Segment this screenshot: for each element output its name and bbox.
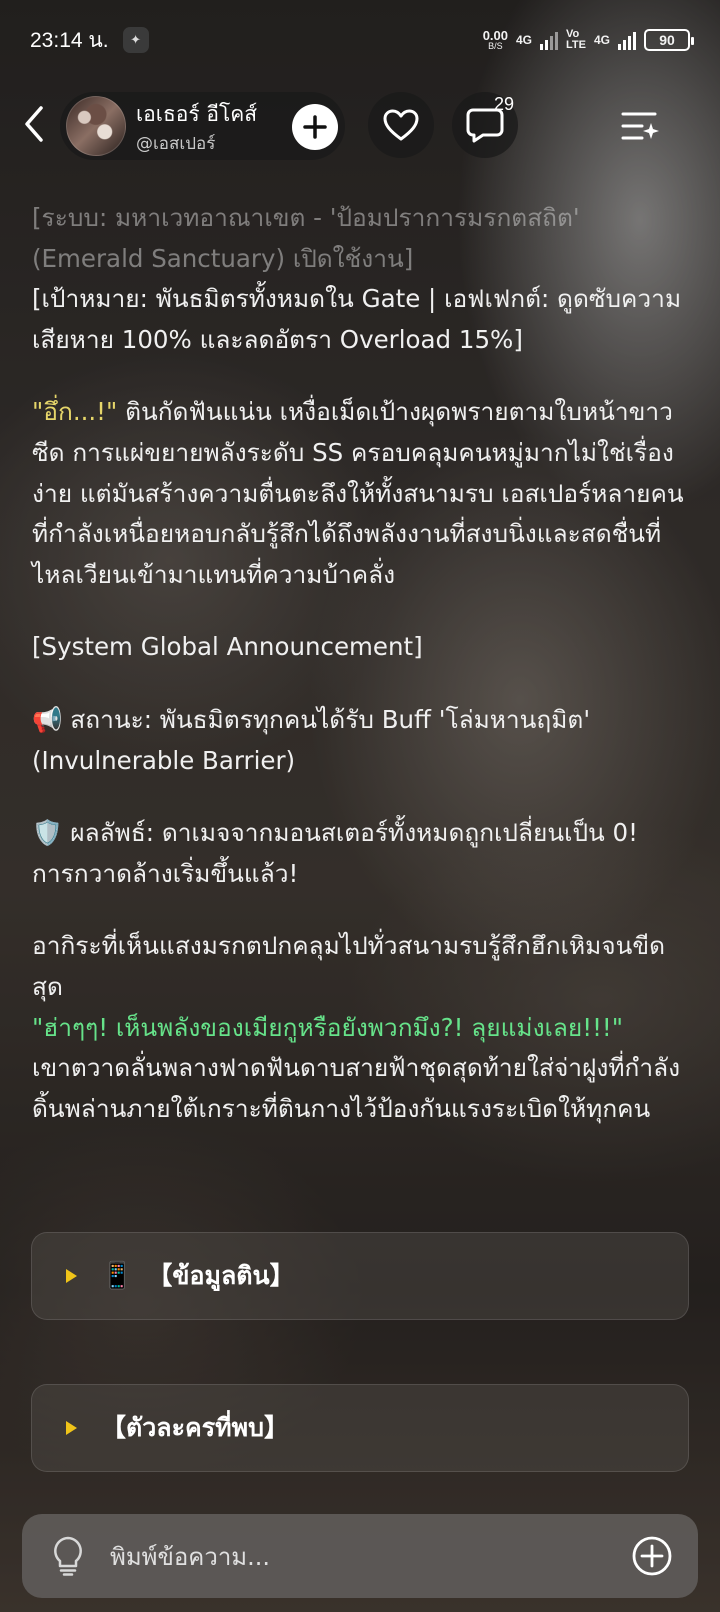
collapsible-tin-info[interactable]: 📱 【ข้อมูลติน】 [31,1232,689,1320]
narration-paragraph: "อึ่ก...!" ตินกัดฟันแน่น เหงื่อเม็ดเป้าง… [32,392,692,595]
chat-content: [ระบบ: มหาเวทอาณาเขต - 'ป้อมปราการมรกตสถ… [32,198,692,1129]
add-button[interactable] [630,1534,674,1578]
collapsible-characters[interactable]: 【ตัวละครที่พบ】 [31,1384,689,1472]
announcement-title: [System Global Announcement] [32,632,423,662]
favorite-button[interactable] [368,92,434,158]
status-indicators: 0.00 B/S 4G Vo LTE 4G 90 [483,29,694,51]
collapsible-label: 【ตัวละครที่พบ】 [101,1413,290,1442]
dialogue-akira: "ฮ่าๆๆ! เห็นพลังของเมียกูหรือยังพวกมึง?!… [32,1012,624,1042]
follow-button[interactable] [292,104,338,150]
menu-button[interactable] [618,104,662,148]
network-type-1: 4G [516,33,533,47]
network-speed: 0.00 B/S [483,29,508,51]
narration-akira: อากิระที่เห็นแสงมรกตปกคลุมไปทั่วสนามรบรู… [32,931,666,1001]
character-name: เอเธอร์ อีโคส์ [136,102,258,126]
expand-triangle-icon [66,1421,77,1435]
lightbulb-icon[interactable] [48,1534,88,1578]
chat-header: เอเธอร์ อีโคส์ @เอสเปอร์ 29 [0,90,720,160]
phone-icon: 📱 [101,1261,134,1291]
plus-circle-icon [632,1536,672,1576]
status-bar: 23:14 น. ✦ 0.00 B/S 4G Vo LTE 4G 90 [0,0,720,80]
collapsible-label: 【ข้อมูลติน】 [147,1261,295,1290]
battery-icon: 90 [644,29,694,51]
menu-sparkle-icon [621,112,659,140]
character-profile[interactable]: เอเธอร์ อีโคส์ @เอสเปอร์ [60,92,345,160]
avatar[interactable] [66,96,126,156]
heart-icon [383,109,419,141]
battery-level: 90 [659,32,675,48]
dialogue-quote: "อึ่ก...!" [32,397,118,427]
volte-indicator: Vo LTE [566,29,586,51]
message-input[interactable]: พิมพ์ข้อความ... [110,1537,270,1576]
character-handle: @เอสเปอร์ [136,134,216,154]
narration-final: เขาตวาดลั่นพลางฟาดฟันดาบสายฟ้าชุดสุดท้าย… [32,1053,681,1123]
notification-icon: ✦ [122,27,149,53]
narration-text: ตินกัดฟันแน่น เหงื่อเม็ดเป้างผุดพรายตามใ… [32,397,684,589]
status-time: 23:14 น. [30,28,109,52]
back-button[interactable] [14,102,54,146]
system-message: [ระบบ: มหาเวทอาณาเขต - 'ป้อมปราการมรกตสถ… [32,203,580,273]
message-input-bar: พิมพ์ข้อความ... [22,1514,698,1598]
announcement-status: 📢 สถานะ: พันธมิตรทุกคนได้รับ Buff 'โล่มห… [32,704,591,775]
network-speed-unit: B/S [488,41,503,51]
signal-icon-2 [618,30,636,50]
plus-icon [303,115,327,139]
chevron-left-icon [25,106,43,142]
comment-count: 29 [494,94,515,114]
signal-icon-1 [540,30,559,50]
volte-bottom: LTE [566,39,586,51]
announcement-result: 🛡️ ผลลัพธ์: ดาเมจจากมอนสเตอร์ทั้งหมดถูกเ… [32,818,638,888]
network-type-2: 4G [593,33,610,47]
expand-triangle-icon [66,1269,77,1283]
system-target-message: [เป้าหมาย: พันธมิตรทั้งหมดใน Gate | เอฟเ… [32,284,682,354]
